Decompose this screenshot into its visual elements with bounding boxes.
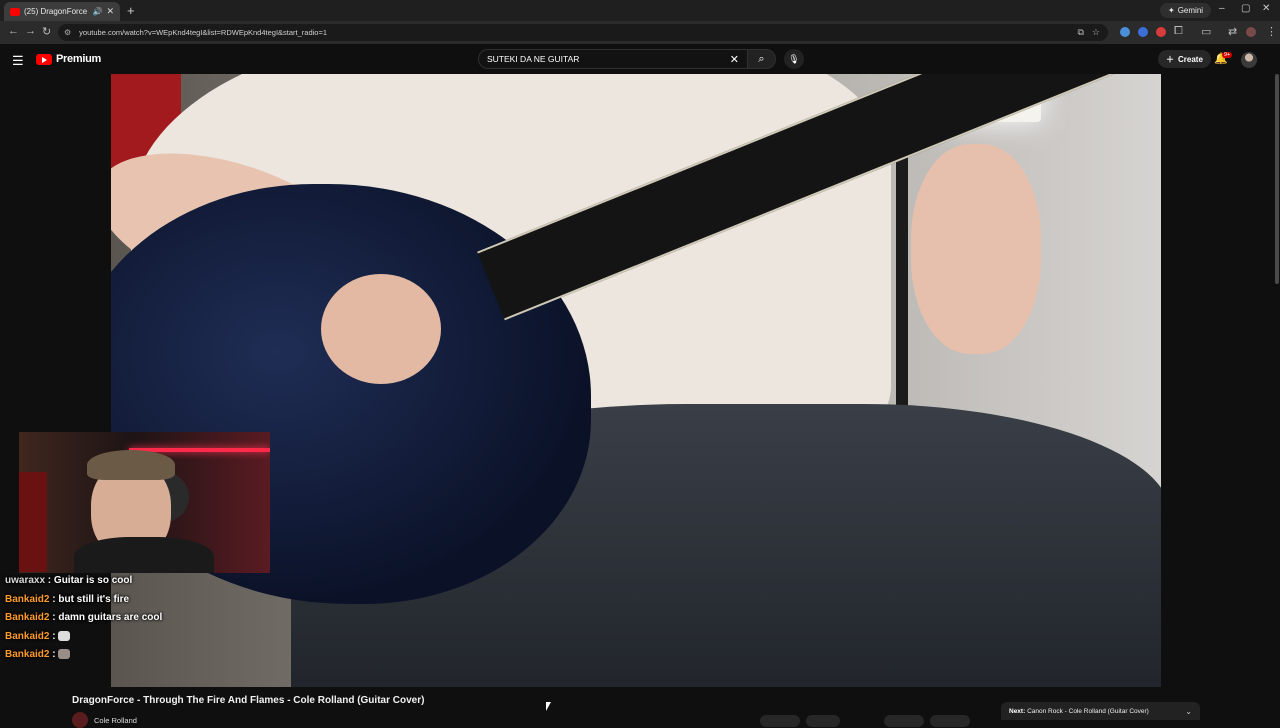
ghost-emoji-icon xyxy=(58,630,71,641)
speaker-icon[interactable]: 🔊 xyxy=(92,7,102,16)
chat-username: uwaraxx xyxy=(5,575,46,586)
channel-avatar[interactable] xyxy=(72,712,88,728)
forward-arrow-icon[interactable]: → xyxy=(25,25,36,37)
address-bar[interactable]: ⚙ youtube.com/watch?v=WEpKnd4tegI&list=R… xyxy=(58,24,1108,41)
search-button[interactable]: ⌕ xyxy=(748,49,776,69)
extension-icon[interactable] xyxy=(1138,27,1148,37)
chat-message: Bankaid2 : but still it's fire xyxy=(5,593,130,605)
hamburger-menu-icon[interactable]: ☰ xyxy=(12,53,24,69)
logo-text: Premium xyxy=(56,53,101,65)
like-button[interactable] xyxy=(760,715,800,727)
up-next-bar[interactable]: Next: Canon Rock - Cole Rolland (Guitar … xyxy=(1001,702,1200,720)
microphone-icon: 🎙 xyxy=(788,53,800,64)
url-text[interactable]: youtube.com/watch?v=WEpKnd4tegI&list=RDW… xyxy=(79,28,1069,37)
chat-overlay: uwaraxx : Guitar is so cool Bankaid2 : b… xyxy=(5,572,265,665)
chat-message: Bankaid2 : damn guitars are cool xyxy=(5,612,163,623)
close-tab-icon[interactable]: ✕ xyxy=(106,6,114,17)
bookmark-star-icon[interactable]: ☆ xyxy=(1092,27,1100,38)
reload-icon[interactable]: ↻ xyxy=(42,25,51,38)
close-window-button[interactable]: ✕ xyxy=(1262,3,1270,14)
youtube-header: ☰ Premium ✕ ⌕ 🎙 ＋ Create 🔔 xyxy=(0,44,1280,74)
save-button[interactable] xyxy=(884,715,924,727)
clip-button[interactable] xyxy=(930,715,970,727)
video-player[interactable] xyxy=(111,74,1161,687)
sparkle-icon: ✦ xyxy=(1168,6,1175,15)
sticker-emoji-icon xyxy=(58,649,71,660)
profile-avatar[interactable] xyxy=(1246,27,1256,37)
clear-search-icon[interactable]: ✕ xyxy=(730,53,739,66)
channel-name[interactable]: Cole Rolland xyxy=(94,716,137,725)
youtube-favicon-icon xyxy=(10,7,20,16)
create-button[interactable]: ＋ Create xyxy=(1158,50,1211,68)
create-label: Create xyxy=(1178,54,1203,64)
picking-hand xyxy=(321,274,441,384)
gemini-label: Gemini xyxy=(1177,6,1204,15)
extension-icon[interactable] xyxy=(1156,27,1166,37)
extension-icon[interactable] xyxy=(1120,27,1130,37)
notification-badge: 9+ xyxy=(1222,52,1233,58)
fretting-hand xyxy=(911,144,1041,354)
scrollbar-thumb[interactable] xyxy=(1275,74,1279,284)
browser-menu-icon[interactable]: ⋮ xyxy=(1266,25,1277,38)
gemini-button[interactable]: ✦ Gemini xyxy=(1160,3,1212,18)
chat-text: but still it's fire xyxy=(58,593,130,605)
share-button[interactable] xyxy=(806,715,840,727)
chat-username: Bankaid2 xyxy=(5,649,50,660)
minimize-button[interactable]: – xyxy=(1219,3,1225,14)
video-title: DragonForce - Through The Fire And Flame… xyxy=(72,695,425,706)
back-arrow-icon[interactable]: ← xyxy=(8,25,19,37)
maximize-button[interactable]: ▢ xyxy=(1241,3,1250,14)
channel-row: Cole Rolland xyxy=(72,712,137,728)
tab-search-icon[interactable]: ⇄ xyxy=(1228,25,1237,38)
chat-message: Bankaid2 : xyxy=(5,628,265,647)
chat-username: Bankaid2 xyxy=(5,612,50,623)
webcam-overlay xyxy=(19,432,270,573)
chat-text: Guitar is so cool xyxy=(53,575,133,586)
side-panel-icon[interactable]: ▭ xyxy=(1201,25,1211,38)
streamer-shirt xyxy=(74,537,214,573)
chat-text: damn guitars are cool xyxy=(58,612,163,623)
browser-tab-strip: (25) DragonForce - Through 🔊 ✕ + ✦ Gemin… xyxy=(0,0,1280,21)
search-icon: ⌕ xyxy=(758,52,765,65)
chat-username: Bankaid2 xyxy=(5,593,50,605)
account-avatar[interactable] xyxy=(1241,52,1257,68)
page-scrollbar[interactable] xyxy=(1274,74,1280,720)
extensions-puzzle-icon[interactable]: ⧠ xyxy=(1174,25,1183,38)
chat-username: Bankaid2 xyxy=(5,630,50,642)
chevron-down-icon[interactable]: ⌄ xyxy=(1185,707,1192,716)
mouse-cursor-icon xyxy=(546,702,551,711)
voice-search-button[interactable]: 🎙 xyxy=(784,49,804,69)
site-info-icon[interactable]: ⚙ xyxy=(64,28,71,37)
youtube-logo[interactable]: Premium xyxy=(36,53,101,65)
webcam-shelf xyxy=(19,472,47,572)
search-box[interactable]: ✕ xyxy=(478,49,748,69)
browser-toolbar: ← → ↻ ⚙ youtube.com/watch?v=WEpKnd4tegI&… xyxy=(0,21,1280,44)
plus-icon: ＋ xyxy=(1166,54,1174,64)
install-app-icon[interactable]: ⧉ xyxy=(1077,27,1083,38)
next-video-label: Next: Canon Rock - Cole Rolland (Guitar … xyxy=(1009,707,1149,715)
chat-message: Bankaid2 : xyxy=(5,646,265,665)
browser-tab[interactable]: (25) DragonForce - Through 🔊 ✕ xyxy=(4,2,120,21)
chat-message: uwaraxx : Guitar is so cool xyxy=(5,575,133,586)
new-tab-button[interactable]: + xyxy=(127,3,135,18)
streamer-cap xyxy=(87,450,175,480)
youtube-play-icon xyxy=(36,53,52,65)
search-input[interactable] xyxy=(487,54,730,64)
tab-title: (25) DragonForce - Through xyxy=(24,7,88,16)
